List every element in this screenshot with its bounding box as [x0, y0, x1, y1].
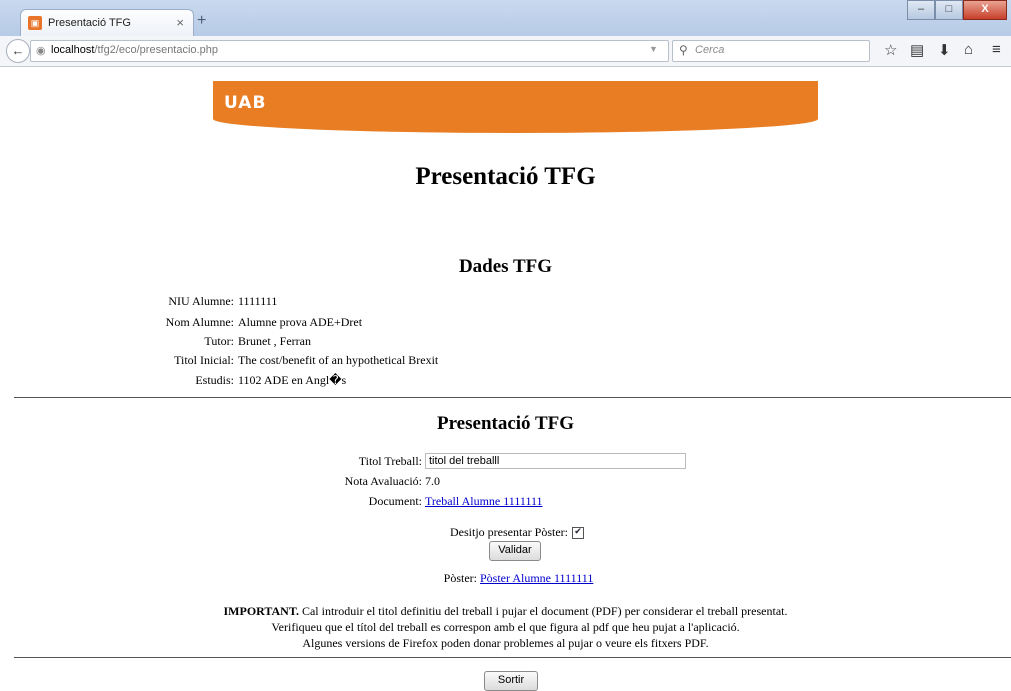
close-window-button[interactable]: X: [963, 0, 1007, 20]
search-placeholder: Cerca: [695, 44, 725, 56]
row-label: Titol Inicial:: [174, 353, 234, 367]
uab-banner: UAB: [213, 81, 818, 133]
tab-close-icon[interactable]: ×: [176, 15, 184, 30]
footer-divider: [14, 657, 1011, 658]
tab-title: Presentació TFG: [48, 17, 131, 29]
row-value: Brunet , Ferran: [238, 334, 311, 348]
important-label: IMPORTANT.: [223, 604, 299, 618]
url-dropdown-icon[interactable]: ▼: [649, 44, 658, 54]
uab-logo: UAB: [224, 93, 267, 113]
notice-line-3: Algunes versions de Firefox poden donar …: [302, 636, 709, 650]
dades-heading: Dades TFG: [458, 256, 553, 277]
poster-checkbox[interactable]: ✔: [572, 527, 584, 539]
sortir-button[interactable]: Sortir: [484, 671, 538, 691]
notice-text-1: Cal introduir el titol definitiu del tre…: [298, 604, 788, 618]
document-label: Document:: [368, 494, 422, 508]
row-label: Tutor:: [204, 334, 234, 348]
page-favicon-icon: ▣: [28, 16, 42, 30]
browser-tab[interactable]: ▣ Presentació TFG ×: [20, 9, 194, 37]
poster-link[interactable]: Pòster Alumne 1111111: [480, 571, 593, 586]
notice-line-1: IMPORTANT. Cal introduir el titol defini…: [0, 604, 1011, 619]
row-value: 1102 ADE en Angl�s: [238, 373, 347, 387]
validar-button[interactable]: Validar: [489, 541, 541, 561]
address-bar[interactable]: ◉ localhost/tfg2/eco/presentacio.php ▼ ↻: [30, 40, 690, 62]
notice-line-2: Verifiqueu que el títol del treball es c…: [271, 620, 740, 634]
home-icon[interactable]: ⌂: [964, 41, 973, 58]
search-bar[interactable]: ⚲ Cerca: [672, 40, 870, 62]
bookmark-star-icon[interactable]: ☆: [884, 41, 897, 59]
row-value: Alumne prova ADE+Dret: [238, 315, 363, 329]
row-value: 1111111: [238, 294, 278, 308]
search-icon: ⚲: [679, 43, 688, 57]
globe-icon: ◉: [36, 45, 46, 57]
row-value: The cost/benefit of an hypothetical Brex…: [238, 353, 439, 367]
window-controls: – □ X: [907, 0, 1007, 20]
minimize-button[interactable]: –: [907, 0, 935, 20]
row-label: Nom Alumne:: [165, 315, 234, 329]
back-arrow-icon[interactable]: ←: [6, 39, 30, 63]
document-link[interactable]: Treball Alumne 1111111: [425, 494, 543, 509]
bookmarks-list-icon[interactable]: ▤: [910, 41, 924, 59]
row-label: Estudis:: [195, 373, 234, 387]
new-tab-button[interactable]: +: [197, 12, 206, 30]
nota-label: Nota Avaluació:: [344, 474, 422, 488]
titol-treball-input[interactable]: [425, 453, 686, 469]
maximize-button[interactable]: □: [935, 0, 963, 20]
navigation-bar: ← ◉ localhost/tfg2/eco/presentacio.php ▼…: [0, 36, 1011, 67]
nota-value: 7.0: [425, 474, 440, 488]
poster-check-label: Desitjo presentar Pòster:: [450, 525, 568, 539]
window-titlebar: ▣ Presentació TFG × + – □ X: [0, 0, 1011, 37]
menu-icon[interactable]: ≡: [992, 41, 1001, 58]
presentacio-heading: Presentació TFG: [436, 413, 575, 434]
section-divider: [14, 397, 1011, 398]
poster-label: Pòster:: [443, 571, 477, 585]
row-label: NIU Alumne:: [168, 294, 234, 308]
titol-label: Titol Treball:: [358, 454, 422, 468]
url-text: localhost/tfg2/eco/presentacio.php: [51, 44, 218, 56]
page-title: Presentació TFG: [415, 163, 596, 190]
download-icon[interactable]: ⬇: [938, 41, 951, 59]
